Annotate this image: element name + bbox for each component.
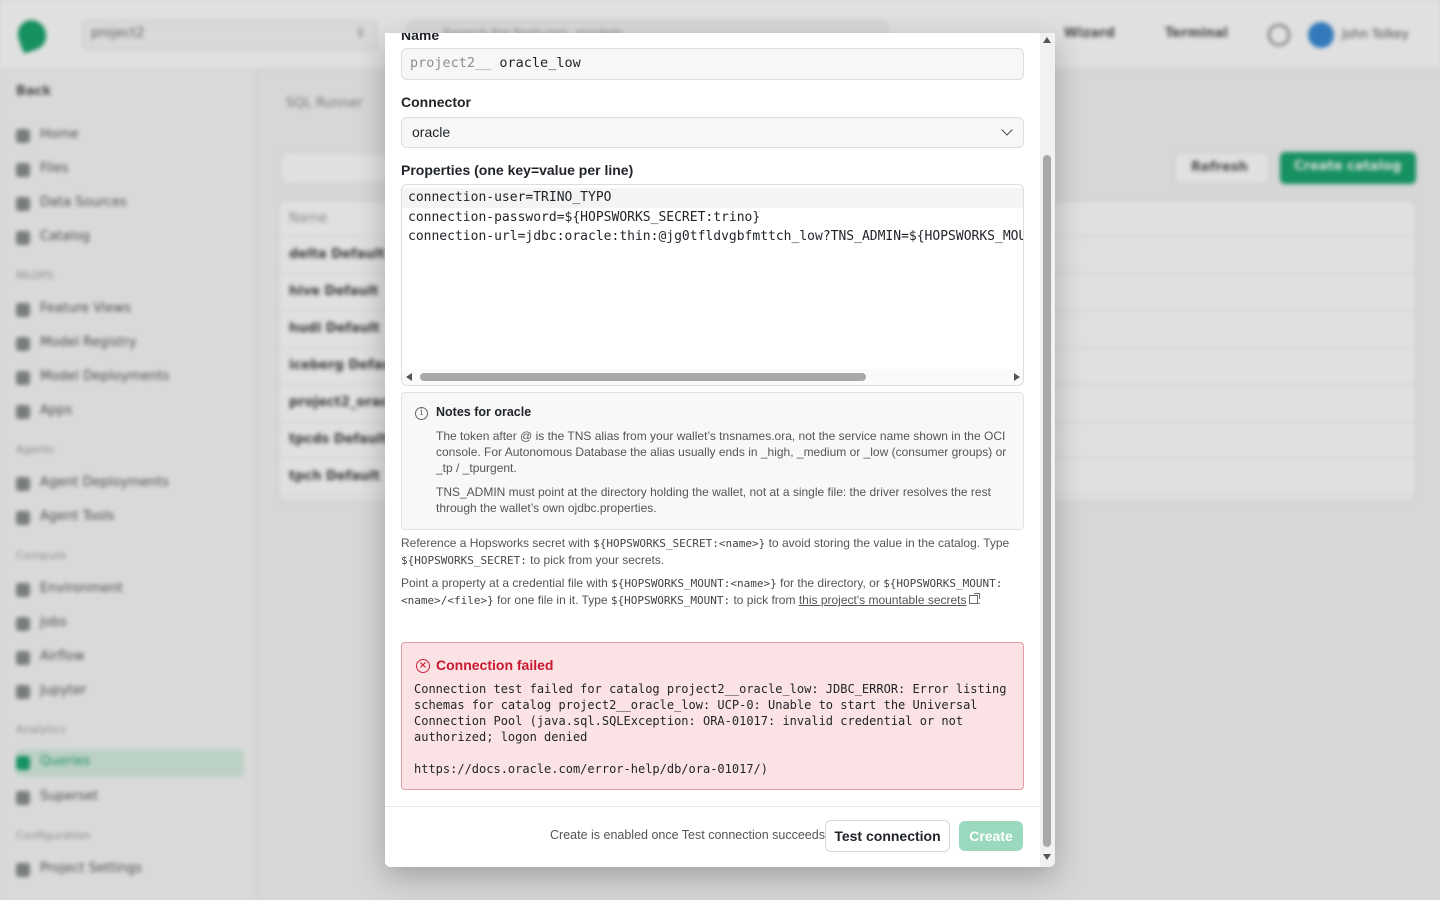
scroll-right-icon[interactable] bbox=[1014, 373, 1020, 381]
connector-select[interactable]: oracle bbox=[401, 117, 1024, 148]
catalog-name-field[interactable]: project2__ oracle_low bbox=[401, 48, 1024, 80]
info-icon: i bbox=[415, 407, 428, 420]
scroll-down-icon[interactable] bbox=[1043, 854, 1051, 860]
name-label: Name bbox=[401, 33, 440, 43]
mount-hint: Point a property at a credential file wi… bbox=[401, 576, 1003, 607]
name-value: oracle_low bbox=[499, 55, 581, 71]
scrollbar-thumb[interactable] bbox=[1043, 155, 1051, 847]
property-line[interactable]: connection-password=${HOPSWORKS_SECRET:t… bbox=[402, 208, 1023, 228]
connector-label: Connector bbox=[401, 94, 471, 110]
footer-note: Create is enabled once Test connection s… bbox=[550, 828, 829, 842]
vertical-scrollbar[interactable] bbox=[1040, 33, 1055, 867]
name-prefix: project2__ bbox=[410, 55, 492, 71]
scroll-up-icon[interactable] bbox=[1043, 37, 1051, 43]
connector-notes: i Notes for oracle The token after @ is … bbox=[401, 392, 1024, 530]
notes-paragraph: TNS_ADMIN must point at the directory ho… bbox=[436, 485, 991, 515]
dialog-body: Name project2__ oracle_low Connector ora… bbox=[385, 33, 1040, 806]
scroll-left-icon[interactable] bbox=[406, 373, 412, 381]
property-line[interactable]: connection-url=jdbc:oracle:thin:@jg0tfld… bbox=[402, 227, 1023, 247]
scrollbar-thumb[interactable] bbox=[420, 373, 866, 381]
create-catalog-dialog: Name project2__ oracle_low Connector ora… bbox=[385, 33, 1055, 867]
notes-paragraph: The token after @ is the TNS alias from … bbox=[436, 429, 1007, 475]
property-line[interactable]: connection-user=TRINO_TYPO bbox=[402, 188, 1023, 208]
properties-label: Properties (one key=value per line) bbox=[401, 162, 634, 178]
chevron-down-icon bbox=[1001, 124, 1013, 136]
error-message: Connection test failed for catalog proje… bbox=[414, 682, 1007, 776]
mountable-secrets-link[interactable]: this project's mountable secrets bbox=[799, 593, 967, 607]
dialog-footer: Create is enabled once Test connection s… bbox=[385, 806, 1040, 867]
connection-error-alert: × Connection failed Connection test fail… bbox=[401, 642, 1024, 790]
connector-value: oracle bbox=[412, 124, 451, 140]
secret-hint: Reference a Hopsworks secret with ${HOPS… bbox=[401, 536, 1010, 567]
horizontal-scrollbar[interactable] bbox=[402, 369, 1023, 385]
error-circle-icon: × bbox=[416, 659, 430, 673]
create-button[interactable]: Create bbox=[959, 821, 1023, 851]
external-link-icon bbox=[968, 593, 980, 604]
notes-title: Notes for oracle bbox=[436, 405, 532, 419]
properties-textarea[interactable]: connection-user=TRINO_TYPO connection-pa… bbox=[401, 184, 1024, 386]
error-title: Connection failed bbox=[436, 657, 554, 673]
test-connection-button[interactable]: Test connection bbox=[825, 820, 950, 852]
